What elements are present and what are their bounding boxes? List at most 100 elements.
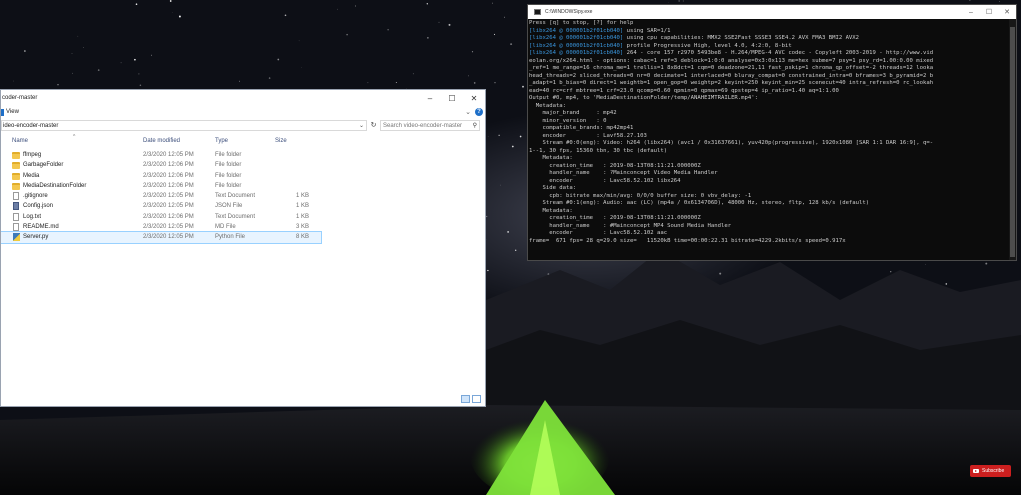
file-type: File folder xyxy=(215,172,242,179)
column-headers: Name Date modified Type Size xyxy=(1,138,321,150)
file-row[interactable]: Config.json 2/3/2020 12:05 PM JSON File 1 K… xyxy=(1,201,321,211)
file-date: 2/3/2020 12:05 PM xyxy=(143,224,194,231)
console-line: Output #0, mp4, to 'MediaDestinationFold… xyxy=(529,95,1009,103)
console-minimize-button[interactable]: – xyxy=(962,5,980,19)
close-button[interactable]: ✕ xyxy=(463,90,485,107)
console-line: [libx264 @ 000001b2f01cb040] using cpu c… xyxy=(529,35,1009,43)
address-bar[interactable]: ideo-encoder-master ⌄ xyxy=(1,120,367,131)
console-line: Stream #0:0(eng): Video: h264 (libx264) … xyxy=(529,140,1009,148)
console-line-text: creation_time : 2019-08-13T08:11:21.0000… xyxy=(529,162,701,169)
console-scrollbar[interactable] xyxy=(1009,19,1016,260)
address-path: ideo-encoder-master xyxy=(3,123,59,129)
console-line-text: 1--1, 30 fps, 15360 tbn, 30 tbc (default… xyxy=(529,147,668,154)
file-type: File folder xyxy=(215,182,242,189)
search-icon: ⚲ xyxy=(472,123,477,129)
folder-icon xyxy=(12,182,20,190)
file-size: 3 KB xyxy=(295,224,309,231)
file-explorer-window[interactable]: coder-master – ☐ ✕ View ⌄ ? ideo-encoder… xyxy=(0,89,486,407)
console-line-text: handler_name : #Mainconcept MP4 Sound Me… xyxy=(529,222,732,229)
console-line-text: head_threads=2 sliced_threads=0 nr=0 dec… xyxy=(529,72,934,79)
file-row[interactable]: .gitignore 2/3/2020 12:05 PM Text Document… xyxy=(1,191,321,201)
view-toggle xyxy=(461,395,481,403)
file-date: 2/3/2020 12:06 PM xyxy=(143,182,194,189)
maximize-button[interactable]: ☐ xyxy=(441,90,463,107)
console-line-prefix: [libx264 @ 000001b2f01cb040] xyxy=(529,42,624,49)
text-file-icon xyxy=(13,223,19,232)
console-line: [libx264 @ 000001b2f01cb040] using SAR=1… xyxy=(529,28,1009,36)
file-row[interactable]: Media 2/3/2020 12:06 PM File folder xyxy=(1,171,321,181)
chevron-down-icon[interactable]: ⌄ xyxy=(359,121,364,131)
search-input[interactable]: Search video-encoder-master ⚲ xyxy=(380,120,480,131)
console-line-text: compatible_brands: mp42mp41 xyxy=(529,125,634,131)
file-type: Text Document xyxy=(215,193,256,200)
console-line-text: minor_version : 0 xyxy=(529,117,607,124)
minimize-button[interactable]: – xyxy=(419,90,441,107)
console-maximize-button[interactable]: ☐ xyxy=(980,5,998,19)
console-line-text: major_brand : mp42 xyxy=(529,110,617,116)
file-row[interactable]: GarbageFolder 2/3/2020 12:06 PM File folde… xyxy=(1,160,321,170)
console-line: _adapt=1 b_bias=0 direct=1 weightb=1 ope… xyxy=(529,80,1009,88)
console-line-text: Side data: xyxy=(529,185,577,191)
file-row[interactable]: Log.txt 2/3/2020 12:06 PM Text Document 1 K… xyxy=(1,212,321,222)
folder-icon xyxy=(12,172,20,180)
file-row[interactable]: README.md 2/3/2020 12:05 PM MD File 3 KB xyxy=(1,222,321,232)
column-date[interactable]: Date modified xyxy=(143,138,180,144)
console-line-text: Metadata: xyxy=(529,155,573,161)
file-size: 1 KB xyxy=(295,193,309,200)
console-line: Metadata: xyxy=(529,155,1009,163)
subscribe-button[interactable]: Subscribe xyxy=(970,465,1011,477)
file-name: Media xyxy=(23,172,40,179)
console-line: head_threads=2 sliced_threads=0 nr=0 dec… xyxy=(529,73,1009,81)
column-name[interactable]: Name xyxy=(12,138,28,144)
console-line: handler_name : #Mainconcept MP4 Sound Me… xyxy=(529,223,1009,231)
details-view-icon[interactable] xyxy=(461,395,470,403)
console-title: C:\WINDOWS\py.exe xyxy=(545,9,593,15)
refresh-icon[interactable]: ↻ xyxy=(369,120,378,131)
scrollbar-thumb[interactable] xyxy=(1010,27,1015,257)
console-line-text: cpb: bitrate max/min/avg: 0/0/0 buffer s… xyxy=(529,192,752,199)
console-line-text: creation_time : 2019-08-13T08:11:21.0000… xyxy=(529,215,701,221)
console-line: 1--1, 30 fps, 15360 tbn, 30 tbc (default… xyxy=(529,148,1009,156)
console-line: encoder : Lavc58.52.102 aac xyxy=(529,230,1009,238)
file-date: 2/3/2020 12:06 PM xyxy=(143,213,194,220)
folder-icon xyxy=(12,152,20,159)
console-line-text: eolan.org/x264.html - options: cabac=1 r… xyxy=(529,57,934,64)
console-line: handler_name : ?Mainconcept Video Media … xyxy=(529,170,1009,178)
file-name: .gitignore xyxy=(23,193,48,200)
column-type[interactable]: Type xyxy=(215,138,228,144)
file-name: MediaDestinationFolder xyxy=(23,182,87,189)
console-line: eolan.org/x264.html - options: cabac=1 r… xyxy=(529,58,1009,66)
console-line: minor_version : 0 xyxy=(529,118,1009,126)
subscribe-label: Subscribe xyxy=(982,468,1005,474)
explorer-title: coder-master xyxy=(2,95,38,101)
console-line: ead=40 rc=crf mbtree=1 crf=23.0 qcomp=0.… xyxy=(529,88,1009,96)
expand-ribbon-icon[interactable]: ⌄ xyxy=(465,108,471,116)
file-row[interactable]: MediaDestinationFolder 2/3/2020 12:06 PM F… xyxy=(1,181,321,191)
console-line-text: encoder : Lavc58.52.102 aac xyxy=(529,230,668,236)
console-line-text: Metadata: xyxy=(529,102,567,109)
large-icons-view-icon[interactable] xyxy=(472,395,481,403)
file-tab[interactable] xyxy=(1,109,4,116)
tab-view[interactable]: View xyxy=(6,109,19,115)
file-size: 8 KB xyxy=(295,234,309,241)
console-titlebar[interactable]: C:\WINDOWS\py.exe – ☐ ✕ xyxy=(528,5,1016,19)
file-size: 1 KB xyxy=(295,213,309,220)
file-row[interactable]: Server.py 2/3/2020 12:05 PM Python File 8 K… xyxy=(1,231,322,244)
file-date: 2/3/2020 12:06 PM xyxy=(143,162,194,169)
console-close-button[interactable]: ✕ xyxy=(998,5,1016,19)
console-line-prefix: [libx264 @ 000001b2f01cb040] xyxy=(529,50,624,56)
file-size: 1 KB xyxy=(295,203,309,210)
help-icon[interactable]: ? xyxy=(475,108,483,116)
ribbon: View ⌄ ? xyxy=(1,107,485,119)
column-size[interactable]: Size xyxy=(275,138,287,144)
file-row[interactable]: ffmpeg 2/3/2020 12:05 PM File folder xyxy=(1,150,321,160)
explorer-titlebar[interactable]: coder-master – ☐ ✕ xyxy=(1,90,485,107)
console-line: frame= 671 fps= 28 q=29.0 size= 11520kB … xyxy=(529,238,1009,246)
file-date: 2/3/2020 12:05 PM xyxy=(143,234,194,241)
file-date: 2/3/2020 12:05 PM xyxy=(143,152,194,158)
file-name: GarbageFolder xyxy=(23,162,64,169)
file-type: File folder xyxy=(215,162,242,169)
console-line-prefix: [libx264 @ 000001b2f01cb040] xyxy=(529,35,624,41)
console-window[interactable]: C:\WINDOWS\py.exe – ☐ ✕ Press [q] to sto… xyxy=(527,4,1017,261)
console-line-text: handler_name : ?Mainconcept Video Media … xyxy=(529,170,718,176)
